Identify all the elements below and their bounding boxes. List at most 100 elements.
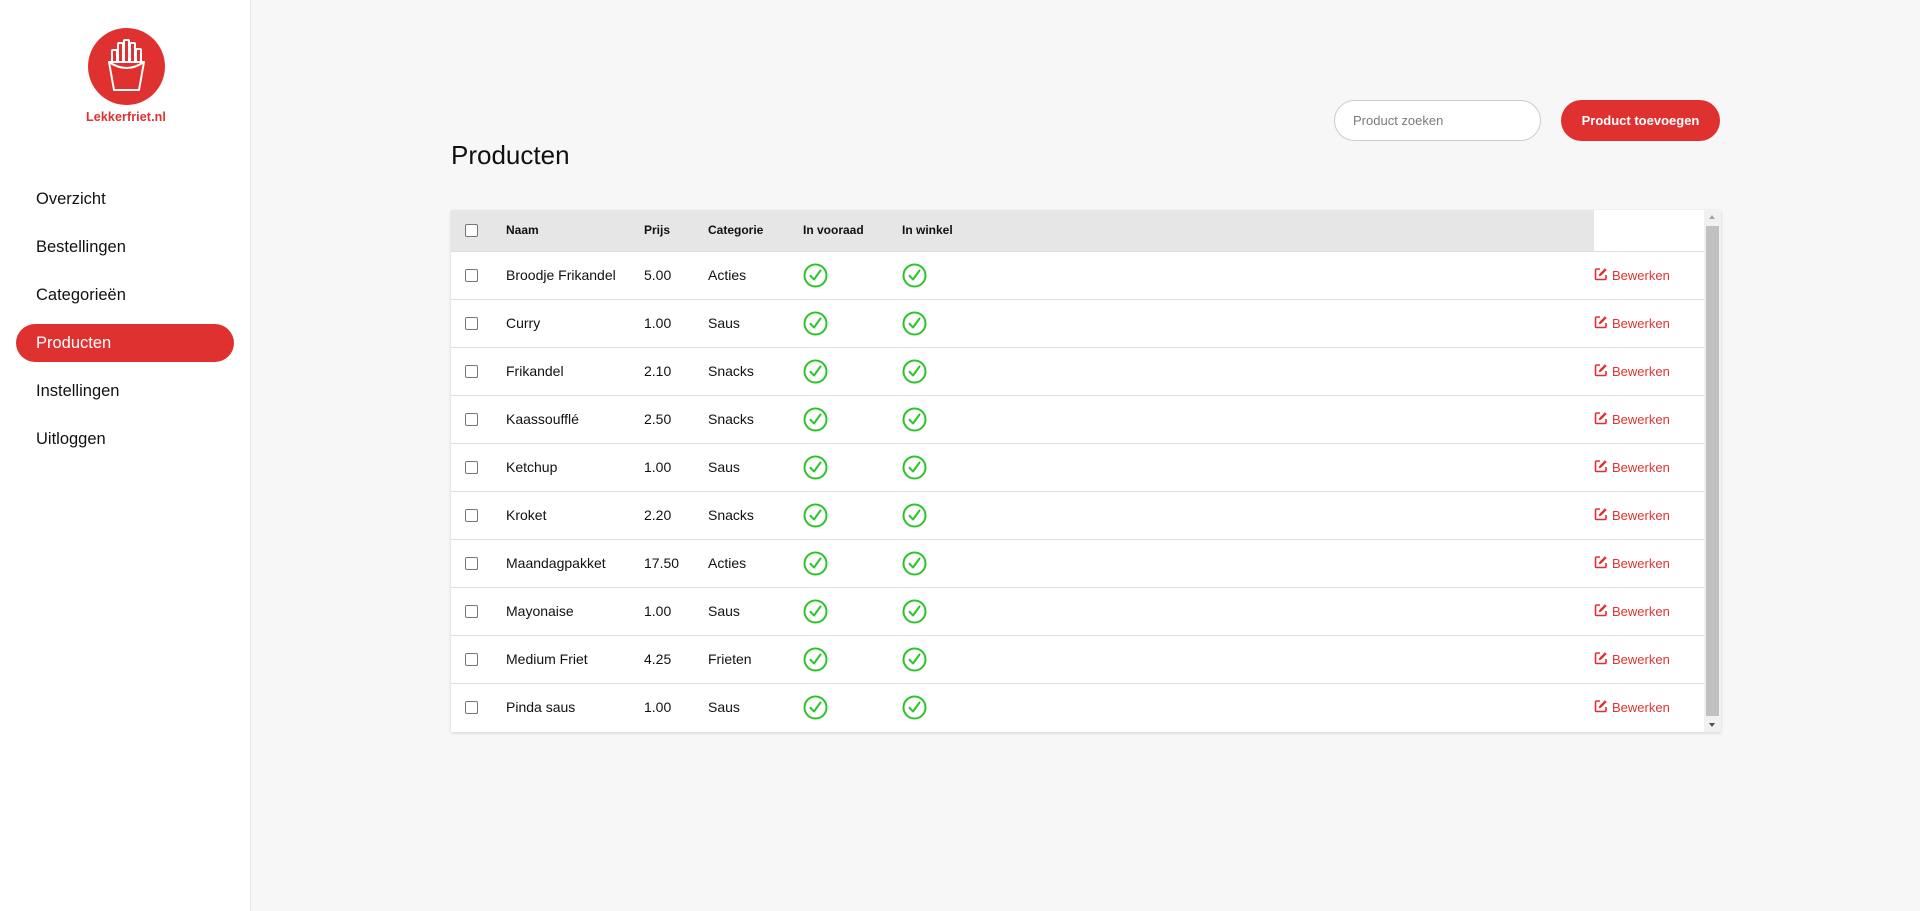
cell-categorie: Saus — [708, 603, 740, 619]
table-row: Medium Friet 4.25 Frieten Bewerken — [451, 635, 1704, 683]
cell-actions: Bewerken — [1594, 251, 1704, 299]
column-header-spacer — [1020, 210, 1594, 251]
column-header-in-winkel[interactable]: In winkel — [900, 210, 1020, 251]
cell-prijs: 5.00 — [644, 267, 672, 283]
cell-in-winkel — [900, 347, 1020, 395]
cell-in-winkel — [900, 299, 1020, 347]
sidebar-item-uitloggen[interactable]: Uitloggen — [16, 420, 234, 458]
edit-label: Bewerken — [1612, 315, 1670, 331]
column-header-categorie[interactable]: Categorie — [708, 210, 801, 251]
row-checkbox[interactable] — [465, 412, 478, 426]
brand-name: Lekkerfriet.nl — [86, 110, 166, 124]
edit-button[interactable]: Bewerken — [1594, 459, 1670, 476]
edit-icon — [1594, 603, 1608, 620]
cell-prijs: 1.00 — [644, 603, 672, 619]
cell-spacer — [1020, 587, 1594, 635]
cell-spacer — [1020, 491, 1594, 539]
row-checkbox[interactable] — [465, 700, 478, 714]
products-table: Naam Prijs Categorie In vooraad In winke… — [451, 210, 1704, 731]
row-checkbox-cell — [451, 443, 506, 491]
cell-prijs: 1.00 — [644, 459, 672, 475]
edit-icon — [1594, 507, 1608, 524]
row-checkbox-cell — [451, 587, 506, 635]
row-checkbox-cell — [451, 251, 506, 299]
cell-categorie: Saus — [708, 459, 740, 475]
cell-in-voorraad — [801, 299, 900, 347]
edit-button[interactable]: Bewerken — [1594, 315, 1670, 332]
cell-actions: Bewerken — [1594, 347, 1704, 395]
cell-in-voorraad — [801, 587, 900, 635]
cell-in-winkel — [900, 251, 1020, 299]
edit-button[interactable]: Bewerken — [1594, 699, 1670, 716]
table-scrollbar[interactable] — [1704, 210, 1721, 732]
sidebar-item-producten[interactable]: Producten — [16, 324, 234, 362]
cell-in-winkel — [900, 395, 1020, 443]
check-circle-icon — [803, 263, 900, 288]
check-circle-icon — [803, 647, 900, 672]
check-circle-icon — [803, 599, 900, 624]
row-checkbox-cell — [451, 395, 506, 443]
cell-spacer — [1020, 683, 1594, 731]
column-header-prijs[interactable]: Prijs — [644, 210, 708, 251]
edit-button[interactable]: Bewerken — [1594, 555, 1670, 572]
column-header-naam[interactable]: Naam — [506, 210, 644, 251]
cell-actions: Bewerken — [1594, 539, 1704, 587]
cell-actions: Bewerken — [1594, 683, 1704, 731]
row-checkbox[interactable] — [465, 316, 478, 330]
table-row: Ketchup 1.00 Saus Bewerken — [451, 443, 1704, 491]
edit-button[interactable]: Bewerken — [1594, 411, 1670, 428]
row-checkbox[interactable] — [465, 652, 478, 666]
check-circle-icon — [803, 695, 900, 720]
cell-prijs: 4.25 — [644, 651, 672, 667]
row-checkbox[interactable] — [465, 364, 478, 378]
table-header: Naam Prijs Categorie In vooraad In winke… — [451, 210, 1704, 251]
scroll-up-arrow[interactable] — [1704, 210, 1721, 224]
edit-icon — [1594, 555, 1608, 572]
edit-label: Bewerken — [1612, 411, 1670, 427]
cell-naam: Curry — [506, 315, 541, 331]
cell-actions: Bewerken — [1594, 443, 1704, 491]
edit-button[interactable]: Bewerken — [1594, 267, 1670, 284]
table-row: Broodje Frikandel 5.00 Acties Bewerken — [451, 251, 1704, 299]
cell-categorie: Saus — [708, 315, 740, 331]
select-all-checkbox[interactable] — [465, 223, 478, 237]
search-input[interactable] — [1334, 100, 1541, 141]
check-circle-icon — [902, 503, 1020, 528]
cell-actions: Bewerken — [1594, 299, 1704, 347]
check-circle-icon — [803, 311, 900, 336]
check-circle-icon — [902, 455, 1020, 480]
column-header-in-voorraad[interactable]: In vooraad — [801, 210, 900, 251]
edit-label: Bewerken — [1612, 507, 1670, 523]
add-product-button[interactable]: Product toevoegen — [1561, 100, 1720, 141]
edit-button[interactable]: Bewerken — [1594, 651, 1670, 668]
cell-in-voorraad — [801, 635, 900, 683]
cell-in-voorraad — [801, 347, 900, 395]
row-checkbox[interactable] — [465, 460, 478, 474]
cell-in-winkel — [900, 491, 1020, 539]
row-checkbox[interactable] — [465, 604, 478, 618]
cell-spacer — [1020, 635, 1594, 683]
check-circle-icon — [902, 695, 1020, 720]
row-checkbox[interactable] — [465, 268, 478, 282]
edit-button[interactable]: Bewerken — [1594, 363, 1670, 380]
cell-in-winkel — [900, 683, 1020, 731]
check-circle-icon — [902, 263, 1020, 288]
edit-button[interactable]: Bewerken — [1594, 507, 1670, 524]
table-row: Maandagpakket 17.50 Acties Bewerken — [451, 539, 1704, 587]
row-checkbox[interactable] — [465, 556, 478, 570]
sidebar-item-instellingen[interactable]: Instellingen — [16, 372, 234, 410]
row-checkbox-cell — [451, 299, 506, 347]
scroll-down-arrow[interactable] — [1704, 718, 1721, 732]
scroll-thumb[interactable] — [1706, 226, 1719, 716]
table-row: Frikandel 2.10 Snacks Bewerken — [451, 347, 1704, 395]
cell-categorie: Snacks — [708, 507, 754, 523]
sidebar-item-categorieen[interactable]: Categorieën — [16, 276, 234, 314]
cell-categorie: Snacks — [708, 363, 754, 379]
row-checkbox[interactable] — [465, 508, 478, 522]
cell-in-voorraad — [801, 395, 900, 443]
sidebar-item-overzicht[interactable]: Overzicht — [16, 180, 234, 218]
brand-logo[interactable]: Lekkerfriet.nl — [82, 28, 170, 136]
check-circle-icon — [803, 503, 900, 528]
edit-button[interactable]: Bewerken — [1594, 603, 1670, 620]
sidebar-item-bestellingen[interactable]: Bestellingen — [16, 228, 234, 266]
